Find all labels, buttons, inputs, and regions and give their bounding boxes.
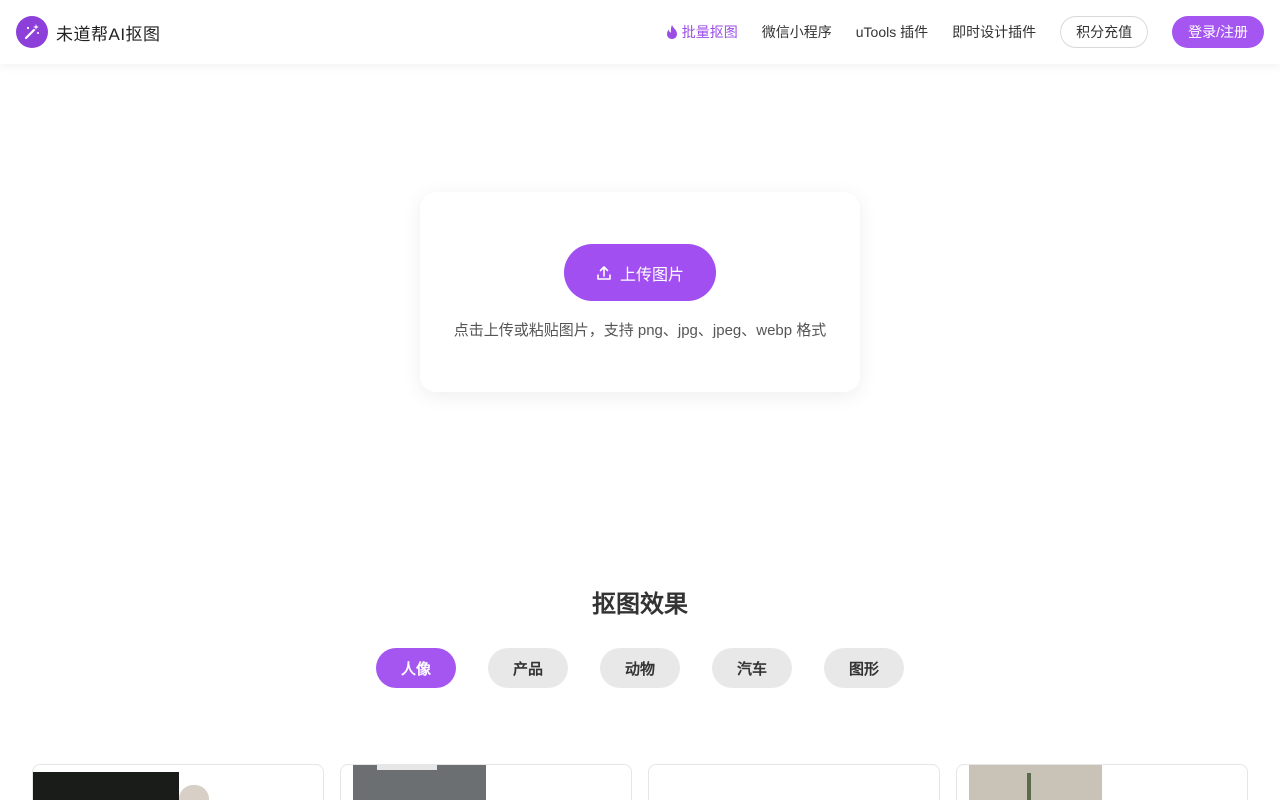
upload-image-button[interactable]: 上传图片 xyxy=(564,244,716,301)
example-card[interactable] xyxy=(32,764,324,800)
upload-image-label: 上传图片 xyxy=(619,266,684,284)
example-image-detail xyxy=(1027,773,1031,800)
example-image xyxy=(353,765,486,800)
magic-wand-icon xyxy=(16,16,48,48)
logo-text: 未道帮AI抠图 xyxy=(56,24,161,44)
section-title: 抠图效果 xyxy=(592,591,688,618)
nav-utools-plugin[interactable]: uTools 插件 xyxy=(856,22,928,42)
fire-icon xyxy=(666,25,678,39)
tab-product[interactable]: 产品 xyxy=(488,648,568,688)
upload-card[interactable]: 上传图片 点击上传或粘贴图片，支持 png、jpg、jpeg、webp 格式 xyxy=(420,192,860,392)
recharge-button[interactable]: 积分充值 xyxy=(1060,16,1149,48)
login-register-button[interactable]: 登录/注册 xyxy=(1172,16,1264,48)
upload-icon xyxy=(596,265,612,281)
example-card[interactable] xyxy=(956,764,1248,800)
top-header: 未道帮AI抠图 批量抠图 微信小程序 uTools 插件 即时设计插件 积分充值… xyxy=(0,0,1280,64)
example-cards xyxy=(32,764,1248,800)
nav-wechat-miniprogram[interactable]: 微信小程序 xyxy=(762,22,832,42)
tab-animal[interactable]: 动物 xyxy=(600,648,680,688)
example-card[interactable] xyxy=(648,764,940,800)
upload-hint: 点击上传或粘贴图片，支持 png、jpg、jpeg、webp 格式 xyxy=(453,322,827,339)
logo[interactable]: 未道帮AI抠图 xyxy=(16,16,161,48)
nav-batch-label: 批量抠图 xyxy=(681,24,738,40)
example-image xyxy=(33,772,179,800)
tab-car[interactable]: 汽车 xyxy=(712,648,792,688)
tab-graphic[interactable]: 图形 xyxy=(824,648,904,688)
example-image-cutout xyxy=(179,785,209,800)
top-nav: 批量抠图 微信小程序 uTools 插件 即时设计插件 积分充值 登录/注册 xyxy=(666,16,1264,48)
category-tabs: 人像 产品 动物 汽车 图形 xyxy=(376,648,904,688)
tab-portrait[interactable]: 人像 xyxy=(376,648,456,688)
nav-batch-cutout[interactable]: 批量抠图 xyxy=(666,22,738,42)
nav-instant-design-plugin[interactable]: 即时设计插件 xyxy=(952,22,1036,42)
example-card[interactable] xyxy=(340,764,632,800)
example-image xyxy=(969,765,1102,800)
example-image-detail xyxy=(377,765,437,770)
